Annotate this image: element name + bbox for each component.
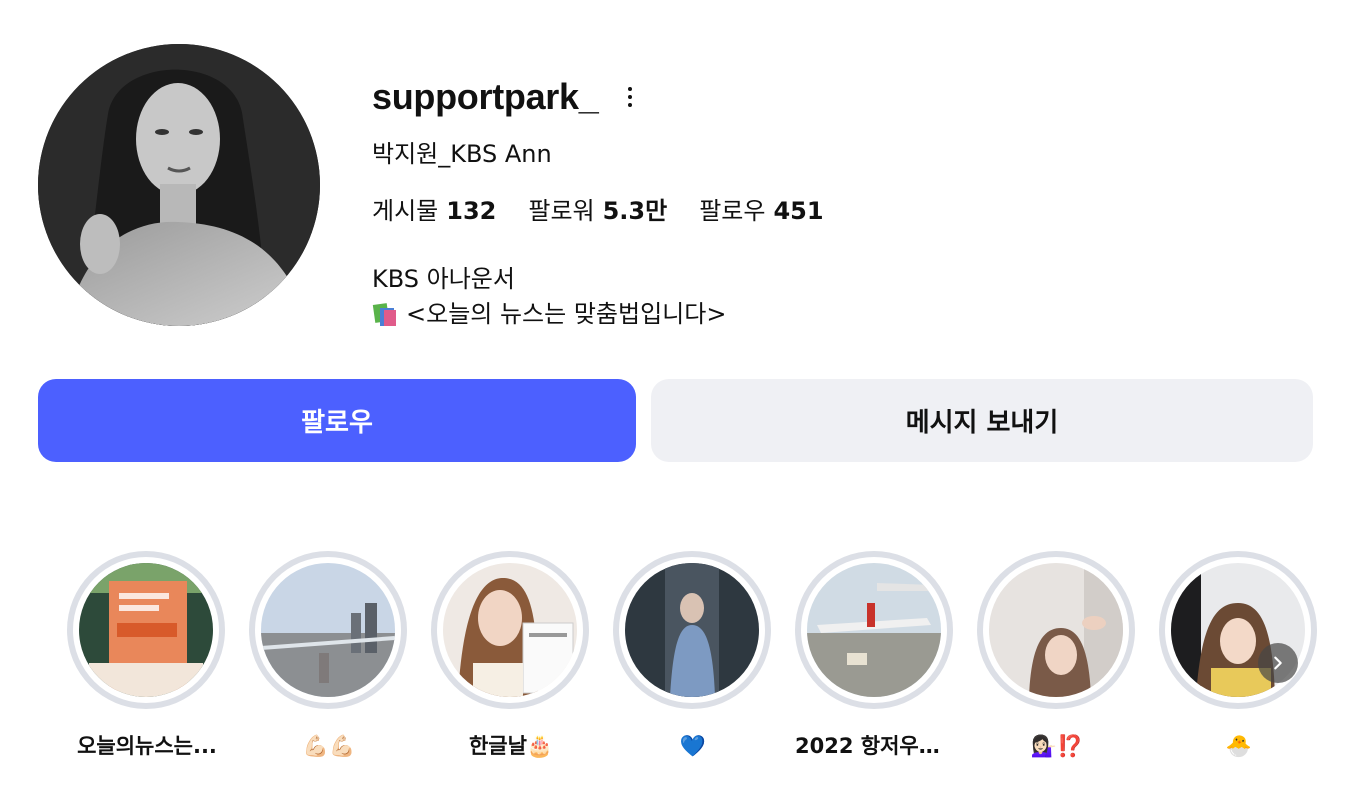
highlight-item[interactable]: 💁🏻‍♀️⁉️ <box>977 551 1137 761</box>
stat-label: 게시물 <box>372 197 439 225</box>
highlight-ring <box>977 551 1135 709</box>
highlight-label: 💙 <box>679 734 707 758</box>
highlight-thumbnail <box>807 563 941 697</box>
story-highlights: 오늘의뉴스는... 💪🏻💪🏻 <box>67 551 1317 771</box>
highlight-item[interactable]: 💙 <box>613 551 773 761</box>
profile-info: supportpark_ 박지원_KBS Ann 게시물 132 팔로워 5.3만 … <box>372 70 1272 332</box>
books-icon <box>372 302 400 328</box>
highlight-label: 한글날🎂 <box>468 734 554 758</box>
highlight-ring <box>795 551 953 709</box>
profile-page: supportpark_ 박지원_KBS Ann 게시물 132 팔로워 5.3만 … <box>0 0 1351 809</box>
message-button[interactable]: 메시지 보내기 <box>651 379 1313 462</box>
stat-value: 5.3만 <box>602 197 668 225</box>
highlight-item[interactable]: 💪🏻💪🏻 <box>249 551 409 761</box>
stat-posts[interactable]: 게시물 132 <box>372 191 496 226</box>
highlight-thumbnail <box>79 563 213 697</box>
highlight-ring <box>1159 551 1317 709</box>
bio: KBS 아나운서 <오늘의 뉴스는 맞춤법입니다> <box>372 262 1272 332</box>
more-vertical-icon[interactable] <box>620 81 640 113</box>
profile-avatar[interactable] <box>38 44 320 326</box>
bio-line-1: KBS 아나운서 <box>372 265 515 293</box>
highlight-thumbnail <box>443 563 577 697</box>
highlight-label: 💁🏻‍♀️⁉️ <box>1030 734 1084 758</box>
highlight-label: 🐣 <box>1225 734 1253 758</box>
stat-label: 팔로우 <box>699 197 766 225</box>
highlight-ring <box>431 551 589 709</box>
highlight-label: 2022 항저우아... <box>795 734 955 758</box>
stat-value: 132 <box>446 197 497 225</box>
highlight-item[interactable]: 오늘의뉴스는... <box>67 551 227 761</box>
full-name: 박지원_KBS Ann <box>372 140 552 168</box>
bio-line-2: <오늘의 뉴스는 맞춤법입니다> <box>406 300 727 328</box>
highlight-ring <box>67 551 225 709</box>
stat-label: 팔로워 <box>528 197 595 225</box>
highlight-ring <box>613 551 771 709</box>
highlight-label: 오늘의뉴스는... <box>77 734 217 758</box>
highlight-item[interactable]: 한글날🎂 <box>431 551 591 761</box>
follow-button[interactable]: 팔로우 <box>38 379 636 462</box>
stat-following[interactable]: 팔로우 451 <box>699 191 823 226</box>
highlight-thumbnail <box>989 563 1123 697</box>
stat-followers[interactable]: 팔로워 5.3만 <box>528 191 667 226</box>
highlight-thumbnail <box>261 563 395 697</box>
bio-line-2-row: <오늘의 뉴스는 맞춤법입니다> <box>372 297 1272 332</box>
highlight-thumbnail <box>625 563 759 697</box>
chevron-right-icon[interactable] <box>1258 643 1298 683</box>
avatar-photo <box>38 44 320 326</box>
stat-value: 451 <box>773 197 824 225</box>
profile-stats: 게시물 132 팔로워 5.3만 팔로우 451 <box>372 191 1272 226</box>
username: supportpark_ <box>372 76 599 117</box>
highlight-ring <box>249 551 407 709</box>
highlight-label: 💪🏻💪🏻 <box>302 734 356 758</box>
username-row: supportpark_ <box>372 70 1272 124</box>
highlight-item[interactable]: 2022 항저우아... <box>795 551 955 761</box>
